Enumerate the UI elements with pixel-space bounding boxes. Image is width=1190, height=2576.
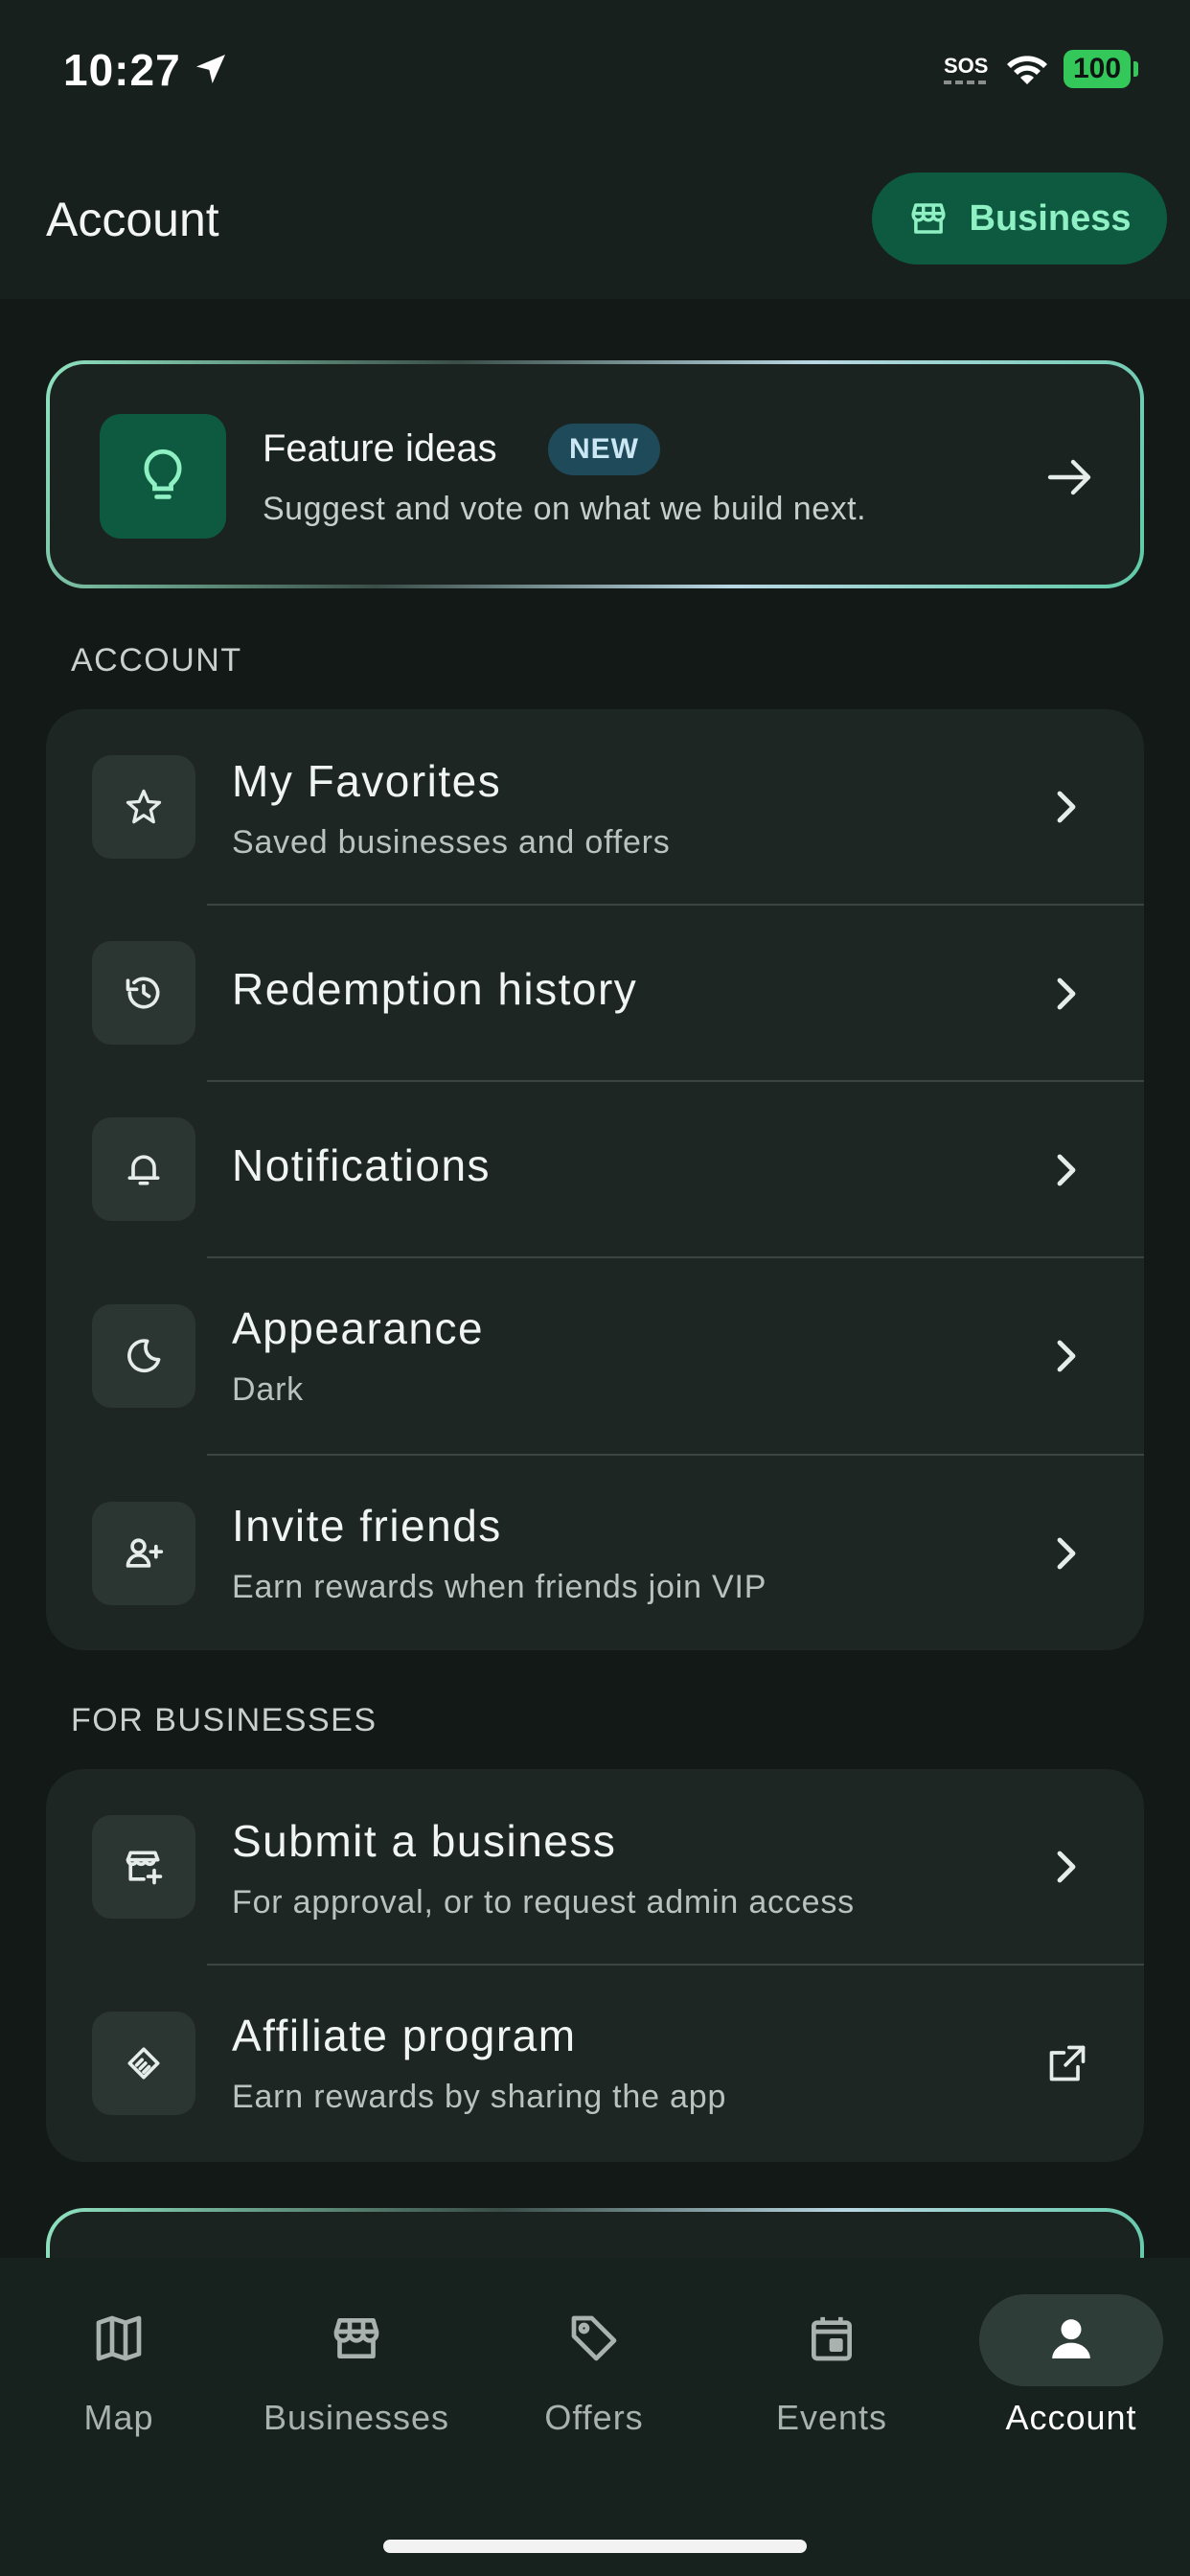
status-bar: 10:27 SOS 100 [0, 0, 1190, 144]
favorites-subtitle: Saved businesses and offers [232, 824, 671, 861]
redemption-history-title: Redemption history [232, 964, 638, 1014]
home-indicator [383, 2540, 807, 2553]
moon-icon [127, 1339, 161, 1373]
store-icon [333, 2318, 379, 2358]
tab-account[interactable]: Account [952, 2258, 1190, 2450]
list-item-invite-friends[interactable]: Invite friends Earn rewards when friends… [46, 1456, 1144, 1650]
sos-indicator: SOS [944, 54, 989, 78]
section-header-account: ACCOUNT [71, 642, 242, 678]
feature-subtitle: Suggest and vote on what we build next. [263, 491, 867, 527]
store-add-icon [126, 1851, 163, 1885]
appearance-subtitle: Dark [232, 1371, 304, 1408]
arrow-right-icon [1047, 459, 1091, 495]
business-button[interactable]: Business [872, 172, 1167, 264]
business-button-label: Business [969, 197, 1132, 239]
tab-map[interactable]: Map [0, 2258, 238, 2450]
external-link-icon [1049, 2045, 1086, 2082]
tab-businesses-label: Businesses [263, 2398, 450, 2437]
affiliate-program-subtitle: Earn rewards by sharing the app [232, 2079, 727, 2115]
list-item-appearance[interactable]: Appearance Dark [46, 1258, 1144, 1454]
location-arrow-icon [196, 55, 225, 83]
tab-account-label: Account [1005, 2398, 1137, 2437]
submit-business-subtitle: For approval, or to request admin access [232, 1884, 855, 1920]
tab-events[interactable]: Events [713, 2258, 950, 2450]
history-icon [126, 977, 160, 1009]
new-badge: NEW [548, 424, 660, 475]
list-item-favorites[interactable]: My Favorites Saved businesses and offers [46, 709, 1144, 905]
account-list: My Favorites Saved businesses and offers… [46, 709, 1144, 1650]
chevron-right-icon [1057, 1851, 1076, 1883]
wifi-icon [1007, 56, 1047, 84]
chevron-right-icon [1057, 1537, 1076, 1570]
tab-bar: Map Businesses Offers Events Account [0, 2258, 1190, 2576]
battery-indicator: 100 [1064, 50, 1131, 88]
battery-nub [1133, 61, 1138, 77]
page-title: Account [46, 193, 219, 246]
section-header-businesses: FOR BUSINESSES [71, 1702, 378, 1738]
chevron-right-icon [1057, 1154, 1076, 1186]
list-item-notifications[interactable]: Notifications [46, 1082, 1144, 1256]
tab-offers-label: Offers [544, 2398, 644, 2437]
feature-title: Feature ideas [263, 427, 497, 470]
tag-icon [571, 2315, 617, 2361]
row-icon-container [92, 941, 195, 1045]
chevron-right-icon [1057, 1340, 1076, 1372]
submit-business-title: Submit a business [232, 1816, 617, 1866]
row-icon-container [92, 1815, 195, 1919]
feature-ideas-card[interactable]: Feature ideas NEW Suggest and vote on wh… [46, 360, 1144, 588]
tab-events-label: Events [775, 2398, 888, 2437]
list-item-redemption-history[interactable]: Redemption history [46, 906, 1144, 1080]
favorites-title: My Favorites [232, 756, 502, 806]
affiliate-program-title: Affiliate program [232, 2011, 577, 2060]
row-icon-container [92, 1502, 195, 1605]
user-plus-icon [126, 1538, 164, 1568]
list-item-affiliate-program[interactable]: Affiliate program Earn rewards by sharin… [46, 1966, 1144, 2162]
invite-friends-title: Invite friends [232, 1501, 502, 1551]
person-icon [1052, 2319, 1090, 2358]
invite-friends-subtitle: Earn rewards when friends join VIP [232, 1569, 767, 1605]
lightbulb-icon [144, 448, 182, 499]
feature-icon-container [100, 414, 226, 539]
signal-dots-icon [944, 80, 988, 84]
calendar-icon [812, 2316, 852, 2361]
business-list: Submit a business For approval, or to re… [46, 1769, 1144, 2162]
tab-businesses[interactable]: Businesses [238, 2258, 475, 2450]
tab-offers[interactable]: Offers [475, 2258, 713, 2450]
chevron-right-icon [1057, 978, 1076, 1010]
app-header: Account Business [0, 144, 1190, 299]
chevron-right-icon [1057, 791, 1076, 823]
map-icon [96, 2315, 142, 2361]
tab-map-label: Map [83, 2398, 154, 2437]
row-icon-container [92, 1117, 195, 1221]
appearance-title: Appearance [232, 1303, 485, 1353]
handshake-icon [127, 2047, 160, 2080]
row-icon-container [92, 2012, 195, 2115]
list-item-submit-business[interactable]: Submit a business For approval, or to re… [46, 1769, 1144, 1965]
row-icon-container [92, 1304, 195, 1408]
notifications-title: Notifications [232, 1140, 492, 1190]
bell-icon [127, 1155, 160, 1185]
status-time: 10:27 [63, 45, 181, 95]
store-icon [911, 203, 946, 234]
row-icon-container [92, 755, 195, 859]
star-icon [126, 789, 162, 824]
